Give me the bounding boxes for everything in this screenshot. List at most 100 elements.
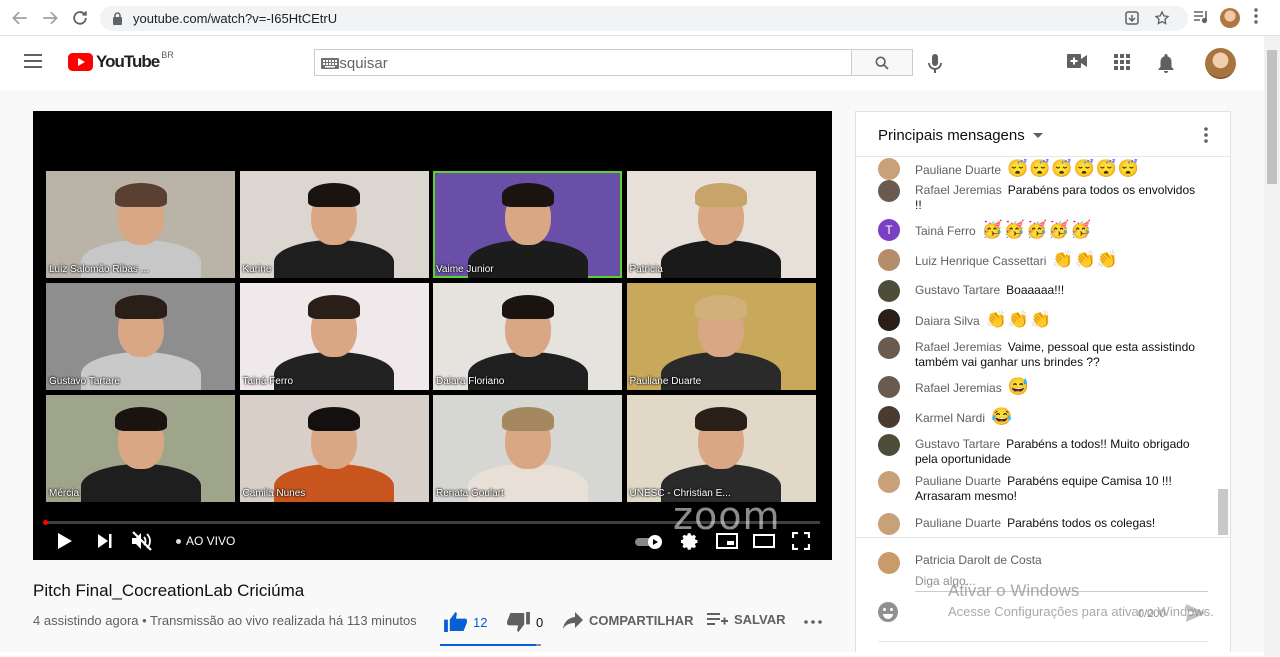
save-label: SALVAR: [734, 612, 786, 627]
chat-author-avatar[interactable]: [878, 337, 900, 359]
chat-message-text: Parabéns todos os colegas!: [1007, 516, 1156, 530]
progress-scrubber[interactable]: [43, 520, 48, 525]
miniplayer-icon[interactable]: [716, 533, 738, 549]
chat-author-avatar[interactable]: [878, 280, 900, 302]
participant-hair: [308, 295, 360, 319]
chat-author-name[interactable]: Karmel Nardi: [915, 411, 985, 425]
create-video-icon[interactable]: [1067, 54, 1087, 68]
settings-gear-icon[interactable]: [680, 532, 699, 551]
like-ratio-bar: [440, 644, 541, 646]
chat-author-avatar[interactable]: [878, 471, 900, 493]
chat-author-name[interactable]: Rafael Jeremias: [915, 381, 1002, 395]
progress-bar[interactable]: [43, 520, 820, 525]
chat-menu-icon[interactable]: [1204, 127, 1208, 143]
chat-message[interactable]: Daiara Silva 👏👏👏: [878, 309, 1198, 331]
video-player[interactable]: Luiz Salomão Ribas ... Karine Vaime Junior…: [33, 111, 832, 560]
notifications-bell-icon[interactable]: [1158, 54, 1174, 73]
chat-message[interactable]: Rafael Jeremias Parabéns para todos os en…: [878, 180, 1198, 213]
dislike-button[interactable]: 0: [507, 612, 543, 632]
chat-scrollbar-thumb[interactable]: [1218, 489, 1228, 535]
participant-tile: Karine: [239, 171, 429, 278]
hamburger-menu-icon[interactable]: [24, 54, 42, 68]
chat-message[interactable]: Luiz Henrique Cassettari 👏👏👏: [878, 249, 1198, 271]
share-button[interactable]: COMPARTILHAR: [563, 612, 693, 629]
chat-author-name[interactable]: Rafael Jeremias: [915, 183, 1002, 197]
chat-message[interactable]: Pauliane Duarte Parabéns todos os colegas…: [878, 513, 1198, 535]
dislike-count: 0: [536, 614, 544, 630]
participant-hair: [114, 183, 167, 207]
chat-author-avatar[interactable]: [878, 309, 900, 331]
chat-message[interactable]: Gustavo Tartare Boaaaaa!!!: [878, 280, 1198, 302]
keyboard-icon[interactable]: [321, 58, 841, 69]
chat-author-name[interactable]: Daiara Silva: [915, 314, 980, 328]
chat-author-name[interactable]: Pauliane Duarte: [915, 516, 1001, 530]
chat-author-avatar[interactable]: [878, 158, 900, 180]
microphone-icon[interactable]: [928, 54, 942, 74]
chat-author-name[interactable]: Gustavo Tartare: [915, 437, 1000, 451]
chat-message-list[interactable]: Pauliane Duarte 😴😴😴😴😴😴 Rafael Jeremias Para…: [856, 157, 1216, 537]
play-icon[interactable]: [57, 532, 73, 550]
chat-author-avatar[interactable]: [878, 376, 900, 398]
next-icon[interactable]: [97, 533, 113, 549]
scrollbar-thumb[interactable]: [1267, 50, 1277, 184]
search-input[interactable]: Pesquisar: [314, 49, 852, 76]
chat-message[interactable]: Pauliane Duarte 😴😴😴😴😴😴: [878, 158, 1198, 180]
chat-author-avatar[interactable]: [878, 249, 900, 271]
chat-message[interactable]: Rafael Jeremias Vaime, pessoal que esta a…: [878, 337, 1198, 370]
search-button[interactable]: [852, 49, 913, 76]
like-button[interactable]: 12: [444, 612, 487, 632]
chat-author-name[interactable]: Luiz Henrique Cassettari: [915, 254, 1046, 268]
apps-grid-icon[interactable]: [1114, 54, 1130, 70]
chat-author-avatar[interactable]: [878, 406, 900, 428]
chat-message[interactable]: Karmel Nardi 😂: [878, 406, 1198, 428]
reload-icon[interactable]: [70, 8, 90, 28]
back-icon[interactable]: [10, 8, 30, 28]
emoji-picker-icon[interactable]: [878, 602, 898, 622]
chat-author-name[interactable]: Tainá Ferro: [915, 224, 976, 238]
youtube-logo[interactable]: YouTube BR: [68, 50, 174, 72]
chat-message[interactable]: Gustavo Tartare Parabéns a todos!! Muito …: [878, 434, 1198, 467]
participant-tile: Vaime Junior: [433, 171, 622, 278]
chat-input[interactable]: Diga algo...: [915, 574, 976, 588]
participant-tile: Daiara Floriano: [433, 283, 622, 390]
participant-hair: [501, 183, 554, 207]
playlist-add-icon: [707, 612, 728, 625]
chat-author-name[interactable]: Pauliane Duarte: [915, 163, 1001, 177]
muted-volume-icon[interactable]: [131, 531, 153, 551]
profile-avatar[interactable]: [1220, 8, 1240, 28]
fullscreen-icon[interactable]: [792, 532, 810, 550]
media-control-icon[interactable]: [1192, 8, 1210, 26]
save-button[interactable]: SALVAR: [707, 612, 786, 627]
bookmark-star-icon[interactable]: [1154, 10, 1170, 26]
chat-message[interactable]: Pauliane Duarte Parabéns equipe Camisa 10…: [878, 471, 1198, 504]
address-bar[interactable]: youtube.com/watch?v=-I65HtCEtrU: [100, 6, 1188, 31]
send-icon[interactable]: [1186, 604, 1206, 622]
forward-icon[interactable]: [40, 8, 60, 28]
participant-hair: [308, 407, 360, 431]
youtube-play-logo-icon: [68, 53, 93, 71]
chat-author-name[interactable]: Rafael Jeremias: [915, 340, 1002, 354]
chat-author-name[interactable]: Gustavo Tartare: [915, 283, 1000, 297]
user-avatar[interactable]: [1205, 48, 1236, 79]
chat-mode-dropdown[interactable]: Principais mensagens: [878, 127, 1043, 144]
live-indicator[interactable]: AO VIVO: [176, 534, 235, 548]
chat-author-avatar[interactable]: [878, 513, 900, 535]
chat-message[interactable]: Rafael Jeremias 😅: [878, 376, 1198, 398]
chat-message-body: Rafael Jeremias 😅: [915, 378, 1030, 396]
theater-mode-icon[interactable]: [753, 534, 775, 548]
chat-author-avatar[interactable]: T: [878, 219, 900, 241]
chat-author-avatar[interactable]: [878, 180, 900, 202]
install-icon[interactable]: [1124, 10, 1140, 26]
participant-name: Karine: [242, 264, 272, 275]
autoplay-toggle[interactable]: [635, 535, 663, 549]
chat-author-name[interactable]: Pauliane Duarte: [915, 474, 1001, 488]
more-actions-icon[interactable]: [804, 620, 828, 624]
page-scrollbar[interactable]: [1264, 36, 1280, 656]
chat-scrollbar[interactable]: [1216, 157, 1230, 537]
chat-author-avatar[interactable]: [878, 434, 900, 456]
browser-menu-icon[interactable]: [1254, 8, 1258, 24]
participant-hair: [501, 295, 554, 319]
participant-hair: [695, 407, 747, 431]
participant-body: [80, 464, 201, 502]
chat-message[interactable]: T Tainá Ferro 🥳🥳🥳🥳🥳: [878, 219, 1198, 241]
